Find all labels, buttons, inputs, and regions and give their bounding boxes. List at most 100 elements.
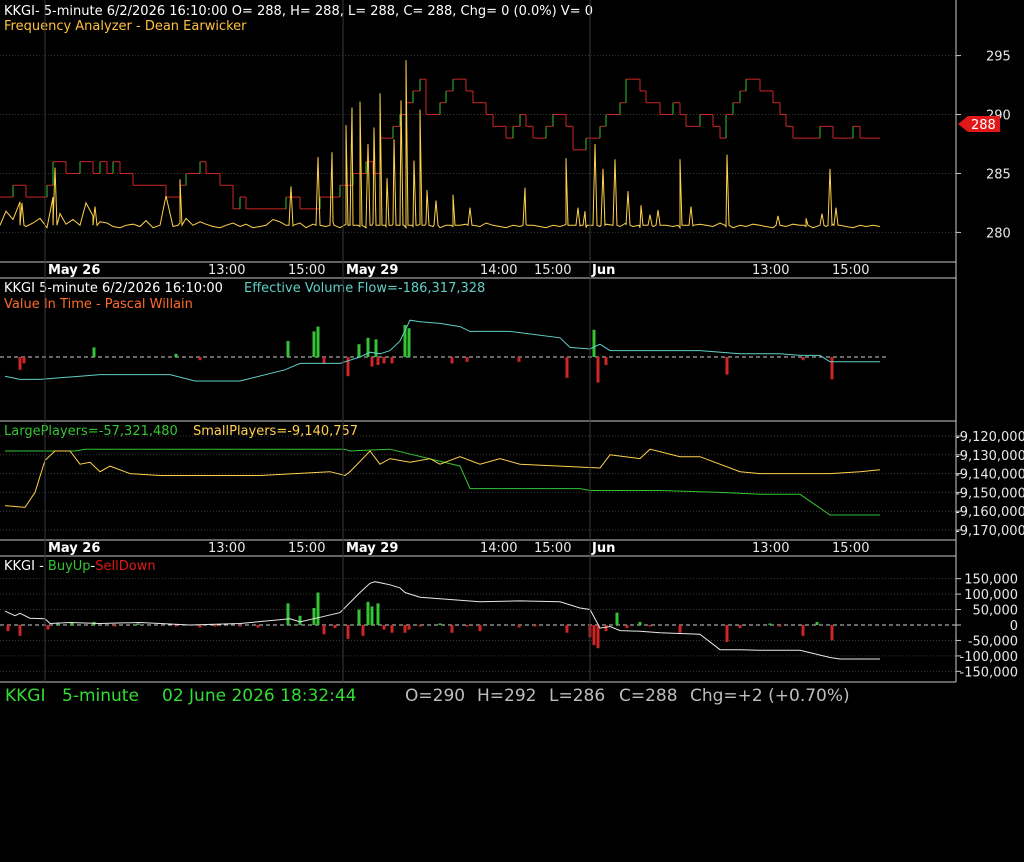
volume-bar xyxy=(465,357,469,362)
large-players-label: LargePlayers=-57,321,480 xyxy=(4,424,178,439)
footer-change: Chg=+2 (+0.70%) xyxy=(690,686,850,706)
price-tick-label: 285 xyxy=(986,167,1011,182)
effective-volume-flow-label: Effective Volume Flow=-186,317,328 xyxy=(244,281,485,296)
date-label-may26: May 26 xyxy=(48,263,100,278)
volume-bar xyxy=(374,339,378,357)
frequency-analyzer-title: Frequency Analyzer - Dean Earwicker xyxy=(4,19,247,34)
buyup-selldown-bar xyxy=(625,625,629,629)
buyup-selldown-bar xyxy=(256,625,260,628)
buyup-tick-label: 150,000 xyxy=(964,573,1018,588)
buyup-selldown-bar xyxy=(403,625,407,633)
volume-bar xyxy=(376,357,380,365)
buyup-selldown-bar xyxy=(333,625,337,629)
buyup-label: BuyUp xyxy=(48,559,91,574)
buyup-selldown-bar xyxy=(478,625,482,632)
svg-text:288: 288 xyxy=(971,118,996,133)
players-tick-label: -9,160,000 xyxy=(955,505,1024,520)
svg-text:Jun: Jun xyxy=(591,541,615,556)
buyup-header: KKGI - BuyUp-SellDown xyxy=(4,559,156,574)
volume-bar xyxy=(407,328,411,357)
buyup-tick-label: 100,000 xyxy=(964,588,1018,603)
buyup-selldown-bar xyxy=(361,625,365,636)
volume-bar xyxy=(22,357,26,364)
buyup-tick-label: -50,000 xyxy=(968,634,1018,649)
buyup-selldown-bar xyxy=(738,625,742,629)
date-label-jun: Jun xyxy=(591,263,615,278)
volume-bar xyxy=(18,357,22,370)
buyup-selldown-bar xyxy=(465,625,469,627)
buyup-selldown-bar xyxy=(312,608,316,625)
volume-bar xyxy=(801,357,805,361)
volume-bar xyxy=(370,357,374,367)
buyup-selldown-bar xyxy=(316,592,320,625)
players-tick-label: -9,150,000 xyxy=(955,486,1024,501)
buyup-selldown-bar xyxy=(198,625,202,628)
buyup-selldown-bar xyxy=(533,625,537,627)
buyup-selldown-bar xyxy=(113,625,117,627)
buyup-selldown-bar xyxy=(815,621,819,625)
buyup-selldown-bar xyxy=(136,623,140,625)
buyup-tick-label: -150,000 xyxy=(960,665,1018,680)
buyup-tick-label: -100,000 xyxy=(960,650,1018,665)
buyup-selldown-bar xyxy=(450,625,454,633)
buyup-tick-label: 0 xyxy=(1010,619,1018,634)
time-label: 15:00 xyxy=(288,263,325,278)
volume-bar xyxy=(322,357,326,364)
buyup-selldown-bar xyxy=(286,603,290,625)
volume-bar xyxy=(830,357,834,380)
time-label: 15:00 xyxy=(832,263,869,278)
footer-close: C=288 xyxy=(619,686,678,706)
buyup-selldown-bar xyxy=(382,625,386,630)
buyup-selldown-bar xyxy=(370,606,374,625)
buyup-selldown-bar xyxy=(596,625,600,649)
date-label-may29: May 29 xyxy=(346,263,398,278)
volume-flow-header: KKGI 5-minute 6/2/2026 16:10:00 xyxy=(4,281,223,296)
buyup-selldown-bar xyxy=(778,625,782,627)
buyup-selldown-bar xyxy=(390,625,394,633)
svg-text:13:00: 13:00 xyxy=(208,541,245,556)
buyup-selldown-bar xyxy=(604,625,608,632)
svg-text:15:00: 15:00 xyxy=(288,541,325,556)
players-tick-label: -9,130,000 xyxy=(955,449,1024,464)
buyup-selldown-bar xyxy=(438,623,442,625)
buyup-selldown-bar xyxy=(18,625,22,636)
volume-bar xyxy=(604,357,608,365)
buyup-selldown-bar xyxy=(46,625,50,630)
volume-bar xyxy=(592,329,596,357)
svg-text:13:00: 13:00 xyxy=(752,541,789,556)
svg-text:15:00: 15:00 xyxy=(832,541,869,556)
footer-interval: 5-minute xyxy=(62,686,139,706)
buyup-selldown-bar xyxy=(801,625,805,636)
time-label: 14:00 xyxy=(480,263,517,278)
volume-bar xyxy=(198,357,202,361)
price-tick-label: 280 xyxy=(986,226,1011,241)
buyup-selldown-bar xyxy=(213,625,217,627)
buyup-selldown-bar xyxy=(615,612,619,625)
buyup-selldown-bar xyxy=(830,625,834,641)
chart-canvas: 280285290295 KKGI- 5-minute 6/2/2026 16:… xyxy=(0,0,1024,720)
selldown-label: SellDown xyxy=(95,559,155,574)
buyup-selldown-bar xyxy=(407,625,411,630)
buyup-selldown-bar xyxy=(6,625,10,632)
volume-bar xyxy=(346,357,350,377)
buyup-selldown-bar xyxy=(376,603,380,625)
svg-text:14:00: 14:00 xyxy=(480,541,517,556)
volume-bar xyxy=(316,326,320,357)
buyup-selldown-bar xyxy=(238,625,242,627)
buyup-selldown-bar xyxy=(357,609,361,625)
small-players-label: SmallPlayers=-9,140,757 xyxy=(193,424,358,439)
time-label: 15:00 xyxy=(534,263,571,278)
volume-bar xyxy=(286,341,290,357)
volume-bar xyxy=(357,344,361,357)
buyup-selldown-bar xyxy=(678,625,682,633)
time-label: 13:00 xyxy=(752,263,789,278)
volume-bar xyxy=(174,353,178,357)
buyup-selldown-bar xyxy=(346,625,350,639)
buyup-selldown-bar xyxy=(725,625,729,642)
buyup-selldown-bar xyxy=(517,625,521,628)
status-footer: KKGI 5-minute 02 June 2026 18:32:44 O=29… xyxy=(0,682,1024,712)
buyup-selldown-bar xyxy=(418,625,422,627)
footer-high: H=292 xyxy=(477,686,537,706)
players-tick-label: -9,140,000 xyxy=(955,468,1024,483)
svg-text:15:00: 15:00 xyxy=(534,541,571,556)
